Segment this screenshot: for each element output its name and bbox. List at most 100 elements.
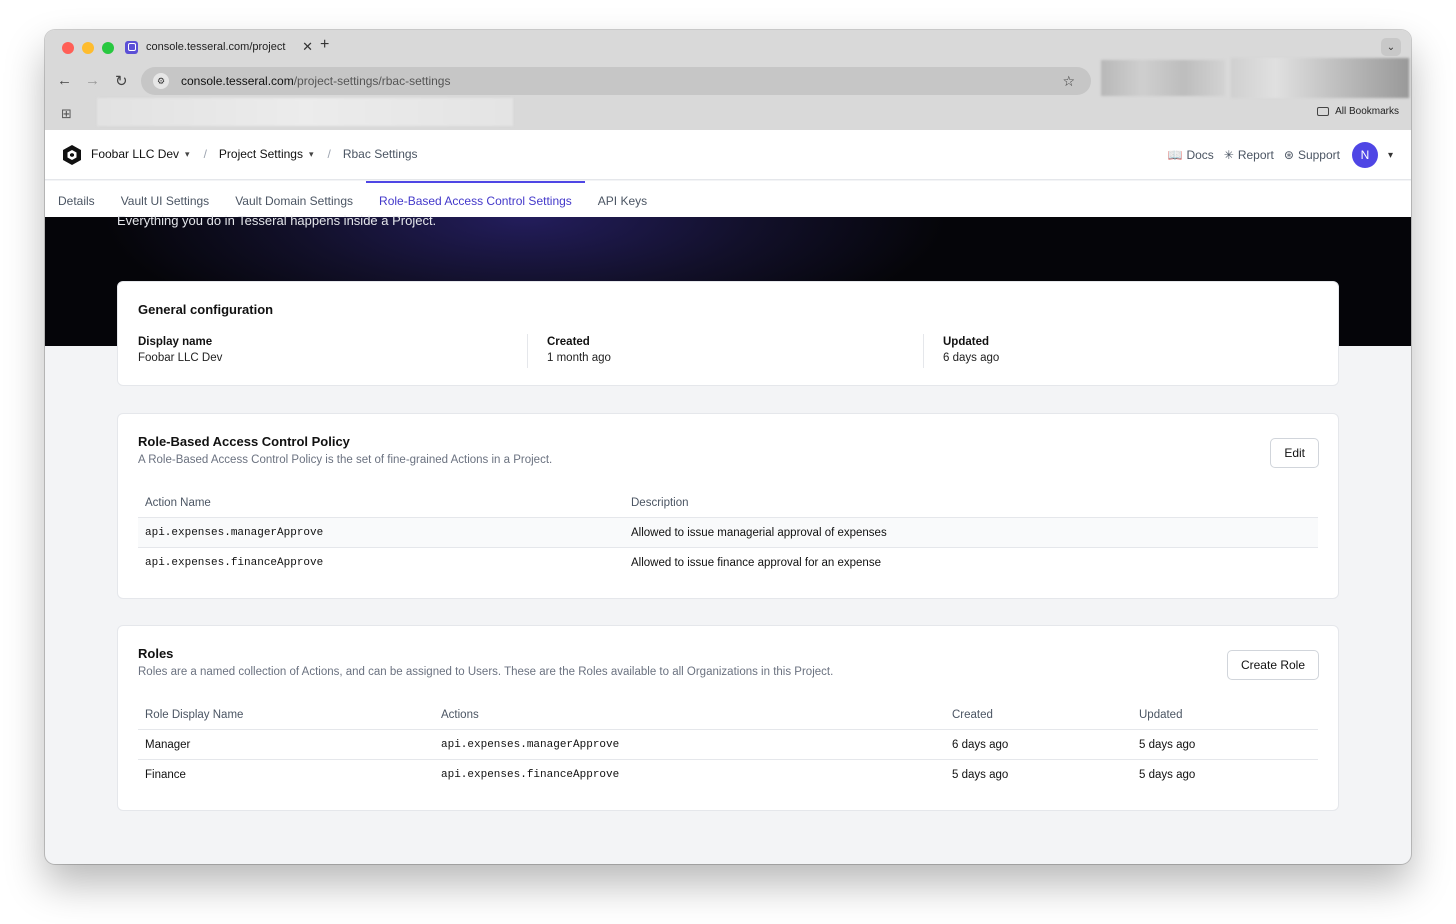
table-header-row: Action Name Description xyxy=(138,488,1318,518)
bookmark-star-icon[interactable]: ☆ xyxy=(1062,73,1075,90)
roles-header: Roles Roles are a named collection of Ac… xyxy=(138,646,833,678)
docs-link[interactable]: 📖 Docs xyxy=(1167,148,1213,162)
site-settings-icon[interactable]: ⚙ xyxy=(153,73,169,89)
create-role-button[interactable]: Create Role xyxy=(1226,650,1319,680)
apps-grid-icon[interactable]: ⊞ xyxy=(61,106,72,122)
updated-label: Updated xyxy=(943,336,989,348)
header-actions: 📖 Docs ✳ Report ⊛ Support N ▾ xyxy=(1167,142,1393,168)
role-updated-cell: 5 days ago xyxy=(1139,769,1196,781)
role-created-cell: 5 days ago xyxy=(952,769,1009,781)
breadcrumb-separator: / xyxy=(203,147,207,161)
role-created-cell: 6 days ago xyxy=(952,738,1009,751)
blurred-bookmarks xyxy=(97,98,513,126)
bug-icon: ✳ xyxy=(1223,148,1234,162)
back-arrow-icon[interactable]: ← xyxy=(57,72,72,89)
reload-icon[interactable]: ↻ xyxy=(115,72,128,90)
breadcrumb-section[interactable]: Project Settings xyxy=(219,147,303,161)
role-actions-cell: api.expenses.managerApprove xyxy=(441,738,620,751)
display-name-field: Display name Foobar LLC Dev xyxy=(138,336,222,364)
tab-vault-ui-settings[interactable]: Vault UI Settings xyxy=(121,181,223,217)
url-host: console.tesseral.com xyxy=(181,74,294,88)
breadcrumb-separator: / xyxy=(327,147,331,161)
report-link[interactable]: ✳ Report xyxy=(1224,148,1274,162)
display-name-label: Display name xyxy=(138,336,213,348)
created-field: Created 1 month ago xyxy=(547,336,611,364)
maximize-window-button[interactable] xyxy=(102,42,114,54)
settings-tabs: Details Vault UI Settings Vault Domain S… xyxy=(45,181,1411,217)
role-name-cell[interactable]: Finance xyxy=(138,769,434,781)
column-header-actions: Actions xyxy=(441,708,479,721)
support-label: Support xyxy=(1297,148,1340,162)
column-header-role-name: Role Display Name xyxy=(145,708,244,721)
close-icon[interactable]: ✕ xyxy=(302,39,313,55)
table-header-row: Role Display Name Actions Created Update… xyxy=(138,700,1318,730)
updated-value: 6 days ago xyxy=(943,352,1000,364)
table-row[interactable]: Manager api.expenses.managerApprove 6 da… xyxy=(138,730,1318,760)
app-header: Foobar LLC Dev ▾ / Project Settings ▾ / … xyxy=(45,130,1411,180)
policy-header: Role-Based Access Control Policy A Role-… xyxy=(138,434,552,466)
minimize-window-button[interactable] xyxy=(82,42,94,54)
avatar[interactable]: N xyxy=(1351,142,1378,168)
role-updated-cell: 5 days ago xyxy=(1139,738,1196,751)
tab-vault-domain-settings[interactable]: Vault Domain Settings xyxy=(235,181,366,217)
actions-table: Action Name Description api.expenses.man… xyxy=(138,488,1318,578)
all-bookmarks-label: All Bookmarks xyxy=(1335,106,1399,117)
action-description-cell: Allowed to issue finance approval for an… xyxy=(631,557,881,569)
address-bar[interactable]: ⚙ console.tesseral.com /project-settings… xyxy=(141,67,1091,95)
tesseral-logo-icon[interactable] xyxy=(62,144,82,166)
blurred-profile-area xyxy=(1231,58,1409,98)
roles-description: Roles are a named collection of Actions,… xyxy=(138,666,834,678)
support-link[interactable]: ⊛ Support xyxy=(1284,148,1340,162)
docs-label: Docs xyxy=(1186,148,1214,162)
policy-description: A Role-Based Access Control Policy is th… xyxy=(138,454,553,466)
all-bookmarks-button[interactable]: All Bookmarks xyxy=(1317,106,1399,117)
roles-card: Roles Roles are a named collection of Ac… xyxy=(117,625,1339,811)
rbac-policy-card: Role-Based Access Control Policy A Role-… xyxy=(117,413,1339,599)
breadcrumb-project[interactable]: Foobar LLC Dev xyxy=(91,147,179,161)
breadcrumb: Foobar LLC Dev ▾ / Project Settings ▾ / … xyxy=(91,147,418,161)
tesseral-favicon-icon xyxy=(125,40,138,54)
created-value: 1 month ago xyxy=(547,352,611,364)
chevron-down-icon[interactable]: ⌄ xyxy=(1381,38,1401,56)
updated-field: Updated 6 days ago xyxy=(943,336,999,364)
breadcrumb-page: Rbac Settings xyxy=(342,147,418,161)
column-header-description: Description xyxy=(631,496,689,509)
action-name-cell: api.expenses.financeApprove xyxy=(145,557,324,569)
url-path: /project-settings/rbac-settings xyxy=(293,74,451,88)
chevron-down-icon[interactable]: ▾ xyxy=(309,149,314,160)
lifebuoy-icon: ⊛ xyxy=(1283,148,1294,162)
table-row: api.expenses.managerApprove Allowed to i… xyxy=(138,518,1318,548)
tab-rbac-settings[interactable]: Role-Based Access Control Settings xyxy=(366,181,585,217)
tab-api-keys[interactable]: API Keys xyxy=(598,181,660,217)
role-name-cell[interactable]: Manager xyxy=(138,739,434,751)
divider xyxy=(923,334,924,368)
chevron-down-icon[interactable]: ▾ xyxy=(185,149,190,160)
roles-title: Roles xyxy=(138,646,174,661)
table-row[interactable]: Finance api.expenses.financeApprove 5 da… xyxy=(138,760,1318,790)
column-header-updated: Updated xyxy=(1139,708,1183,721)
chevron-down-icon[interactable]: ▾ xyxy=(1388,150,1393,161)
policy-title: Role-Based Access Control Policy xyxy=(138,434,350,449)
tab-details[interactable]: Details xyxy=(58,181,108,217)
close-window-button[interactable] xyxy=(62,42,74,54)
action-name-cell: api.expenses.managerApprove xyxy=(145,526,324,539)
browser-chrome: console.tesseral.com/project ✕ + ⌄ ← → ↻… xyxy=(45,30,1411,130)
display-name-value: Foobar LLC Dev xyxy=(138,352,223,364)
roles-table: Role Display Name Actions Created Update… xyxy=(138,700,1318,790)
book-icon: 📖 xyxy=(1167,148,1183,162)
edit-policy-button[interactable]: Edit xyxy=(1270,438,1319,468)
browser-tab[interactable]: console.tesseral.com/project ✕ xyxy=(117,36,313,58)
tab-title: console.tesseral.com/project xyxy=(146,41,286,53)
general-title: General configuration xyxy=(138,302,274,317)
action-description-cell: Allowed to issue managerial approval of … xyxy=(631,526,887,539)
browser-window: console.tesseral.com/project ✕ + ⌄ ← → ↻… xyxy=(45,30,1411,864)
role-actions-cell: api.expenses.financeApprove xyxy=(441,769,620,781)
divider xyxy=(527,334,528,368)
forward-arrow-icon[interactable]: → xyxy=(85,72,100,89)
table-row: api.expenses.financeApprove Allowed to i… xyxy=(138,548,1318,578)
window-controls xyxy=(62,42,114,54)
new-tab-icon[interactable]: + xyxy=(320,36,329,54)
hero-subtitle: Everything you do in Tesseral happens in… xyxy=(117,213,437,228)
column-header-created: Created xyxy=(952,708,993,721)
created-label: Created xyxy=(547,336,590,348)
